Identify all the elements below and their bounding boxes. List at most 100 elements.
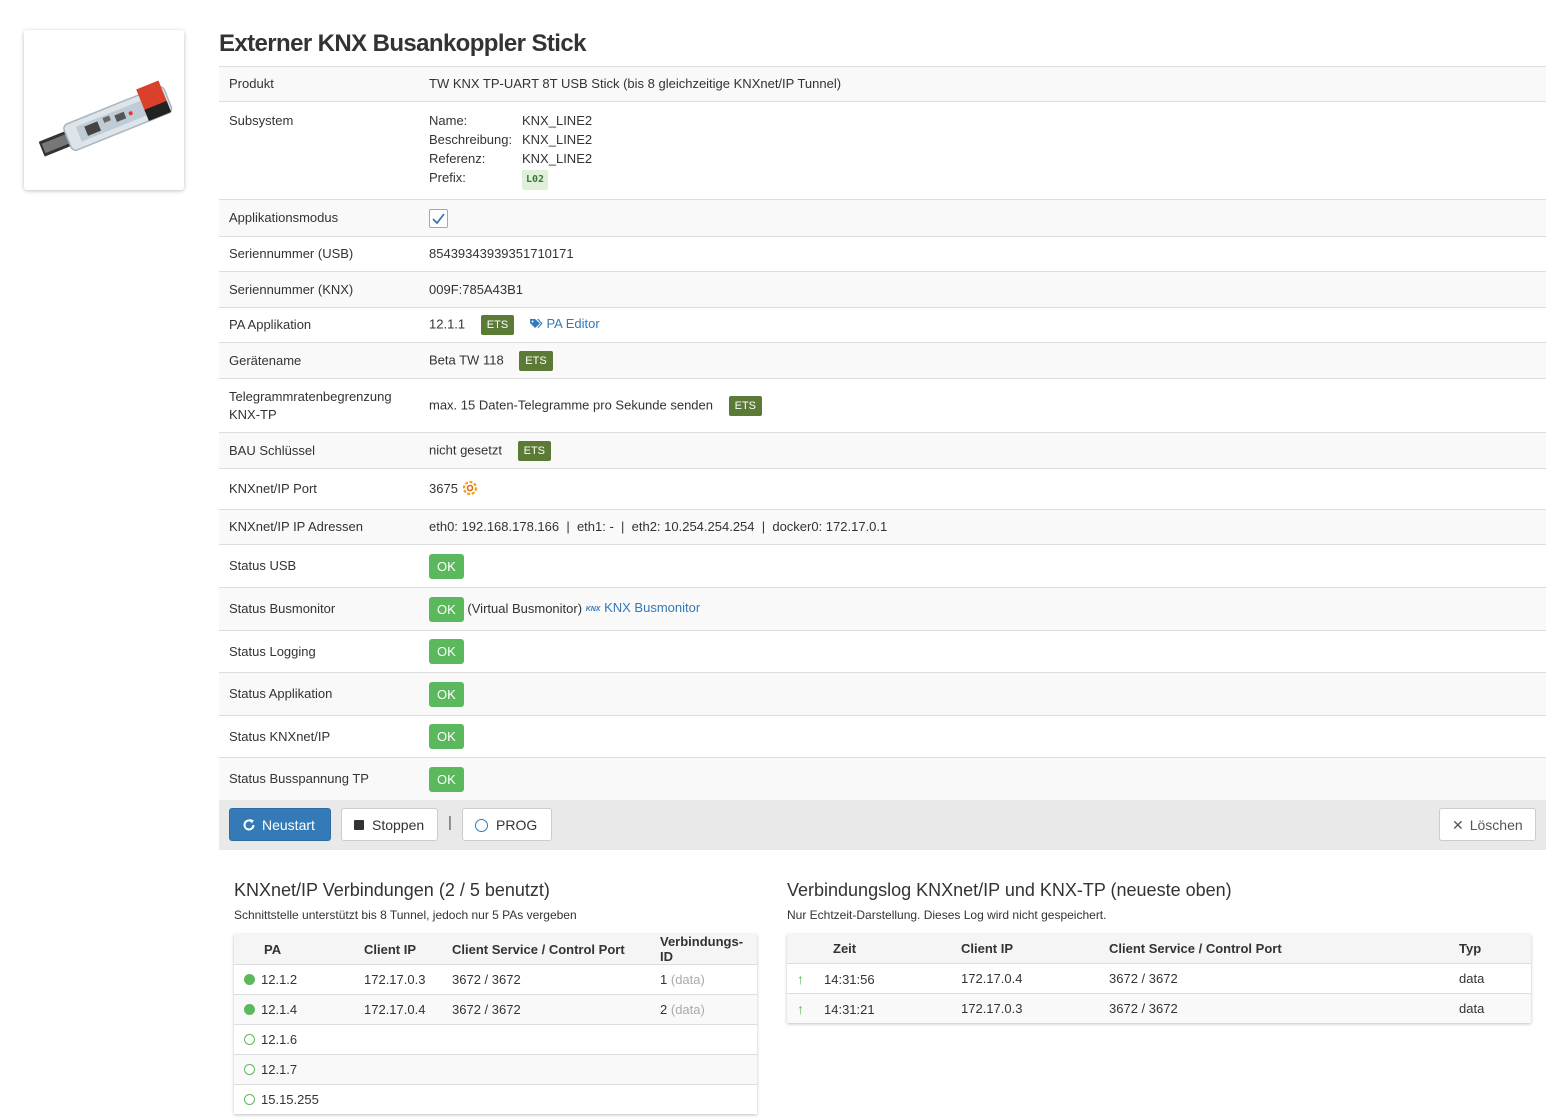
col-connection-id: Verbindungs-ID: [650, 934, 757, 965]
label: Seriennummer (KNX): [219, 271, 419, 308]
ip-cell: [354, 1024, 442, 1055]
product-image: [24, 30, 184, 190]
gear-icon: [462, 480, 477, 496]
ip-cell: 172.17.0.3: [951, 993, 1099, 1023]
table-header: Zeit Client IP Client Service / Control …: [787, 934, 1531, 964]
row-subsystem: Subsystem Name: KNX_LINE2 Beschreibung: …: [219, 101, 1546, 200]
ets-badge: ETS: [728, 395, 763, 416]
pa-editor-link[interactable]: PA Editor: [529, 316, 600, 331]
table-row: 12.1.6: [234, 1024, 757, 1055]
value: nicht gesetzt: [429, 441, 502, 457]
restart-label: Neustart: [262, 817, 315, 833]
value: 009F:785A43B1: [419, 271, 1546, 308]
name-value: KNX_LINE2: [522, 113, 593, 128]
label: Produkt: [219, 66, 419, 102]
port-cell: [442, 1024, 650, 1055]
ip-cell: [354, 1054, 442, 1085]
type-cell: data: [1449, 993, 1531, 1023]
row-produkt: Produkt TW KNX TP-UART 8T USB Stick (bis…: [219, 66, 1546, 102]
row-ratelimit: Telegrammratenbegrenzung KNX-TP max. 15 …: [219, 378, 1546, 433]
usb-stick-image: [38, 80, 173, 157]
port-cell: 3672 / 3672: [1099, 993, 1449, 1023]
restart-button[interactable]: Neustart: [229, 808, 331, 841]
time-cell: 14:31:56: [824, 971, 875, 987]
label: Gerätename: [219, 342, 419, 379]
log-body: ↑ 14:31:56 172.17.0.4 3672 / 3672 data ↑ 14:31…: [787, 963, 1531, 1023]
refresh-icon: [243, 819, 255, 831]
type-cell: (data): [670, 972, 705, 987]
knx-busmonitor-label: KNX Busmonitor: [604, 600, 701, 616]
connections-body: 12.1.2 172.17.0.3 3672 / 3672 1 (data) 12.1.…: [234, 964, 757, 1114]
status-badge: OK: [429, 766, 464, 792]
row-appmode: Applikationsmodus: [219, 199, 1546, 237]
port-cell: [442, 1084, 650, 1114]
row-status-knxip: Status KNXnet/IP OK: [219, 715, 1546, 758]
value: TW KNX TP-UART 8T USB Stick (bis 8 gleic…: [419, 66, 1546, 102]
value: 3675: [429, 481, 458, 496]
label-line-2: KNX-TP: [229, 406, 277, 422]
label: Status KNXnet/IP: [219, 715, 419, 758]
label-line-1: Telegrammratenbegrenzung: [229, 388, 392, 404]
delete-button[interactable]: ✕ Löschen: [1439, 808, 1536, 841]
row-status-busmonitor: Status Busmonitor OK (Virtual Busmonitor…: [219, 587, 1546, 631]
row-status-logging: Status Logging OK: [219, 630, 1546, 673]
port-cell: 3672 / 3672: [442, 964, 650, 995]
circle-icon: [475, 819, 488, 832]
connections-title: KNXnet/IP Verbindungen (2 / 5 benutzt): [234, 880, 550, 900]
check-icon: [432, 212, 445, 224]
appmode-checkbox[interactable]: [429, 208, 448, 228]
toolbar-separator: |: [448, 814, 452, 831]
label: Status Logging: [219, 630, 419, 673]
label: KNXnet/IP Port: [219, 468, 419, 510]
stop-button[interactable]: Stoppen: [341, 808, 438, 841]
status-dot-filled-icon: [244, 974, 255, 985]
value: max. 15 Daten-Telegramme pro Sekunde sen…: [429, 396, 713, 412]
row-pa-app: PA Applikation 12.1.1 ETS PA Editor: [219, 307, 1546, 343]
table-row: 15.15.255: [234, 1084, 757, 1114]
port-cell: 3672 / 3672: [1099, 963, 1449, 994]
table-header: PA Client IP Client Service / Control Po…: [234, 934, 757, 965]
label: Status Busmonitor: [219, 587, 419, 631]
table-row: ↑ 14:31:21 172.17.0.3 3672 / 3672 data: [787, 993, 1531, 1023]
pa-cell: 12.1.7: [261, 1062, 298, 1077]
value: 85439343939351710171: [419, 236, 1546, 272]
value: 12.1.1: [429, 316, 466, 332]
log-table: Zeit Client IP Client Service / Control …: [787, 934, 1531, 1023]
knx-busmonitor-link[interactable]: KNX KNX Busmonitor: [586, 600, 701, 615]
prefix-label: Prefix:: [429, 170, 466, 185]
type-cell: data: [1449, 963, 1531, 994]
status-dot-empty-icon: [244, 1094, 255, 1105]
pa-cell: 12.1.6: [261, 1032, 298, 1047]
id-cell: 2: [660, 1002, 668, 1017]
status-badge: OK: [429, 724, 464, 749]
status-dot-filled-icon: [244, 1004, 255, 1015]
label: Status USB: [219, 544, 419, 588]
table-row: 12.1.2 172.17.0.3 3672 / 3672 1 (data): [234, 964, 757, 995]
arrow-up-icon: ↑: [797, 970, 804, 987]
label: Subsystem: [219, 101, 419, 200]
connections-table: PA Client IP Client Service / Control Po…: [234, 934, 757, 1114]
prefix-badge: L02: [522, 170, 549, 190]
row-serial-usb: Seriennummer (USB) 85439343939351710171: [219, 236, 1546, 272]
row-status-app: Status Applikation OK: [219, 672, 1546, 716]
pa-cell: 12.1.2: [261, 972, 298, 987]
subsystem-details: Name: KNX_LINE2 Beschreibung: KNX_LINE2 …: [429, 112, 1536, 190]
properties-table: Produkt TW KNX TP-UART 8T USB Stick (bis…: [219, 66, 1546, 801]
col-client-ip: Client IP: [354, 934, 442, 965]
value: eth0: 192.168.178.166 | eth1: - | eth2: …: [419, 509, 1546, 545]
table-row: 12.1.7: [234, 1054, 757, 1085]
prog-button[interactable]: PROG: [462, 808, 552, 841]
type-cell: (data): [670, 1002, 705, 1017]
ets-badge: ETS: [519, 350, 553, 371]
row-serial-knx: Seriennummer (KNX) 009F:785A43B1: [219, 271, 1546, 308]
col-pa: PA: [234, 934, 354, 965]
row-status-usb: Status USB OK: [219, 544, 1546, 588]
stop-label: Stoppen: [372, 817, 425, 833]
log-subtitle: Nur Echtzeit-Darstellung. Dieses Log wir…: [787, 908, 1107, 922]
ip-cell: 172.17.0.4: [951, 963, 1099, 994]
row-ips: KNXnet/IP IP Adressen eth0: 192.168.178.…: [219, 509, 1546, 545]
name-label: Name:: [429, 113, 468, 128]
ref-label: Referenz:: [429, 151, 486, 166]
ref-value: KNX_LINE2: [522, 151, 593, 166]
desc-value: KNX_LINE2: [522, 132, 593, 147]
